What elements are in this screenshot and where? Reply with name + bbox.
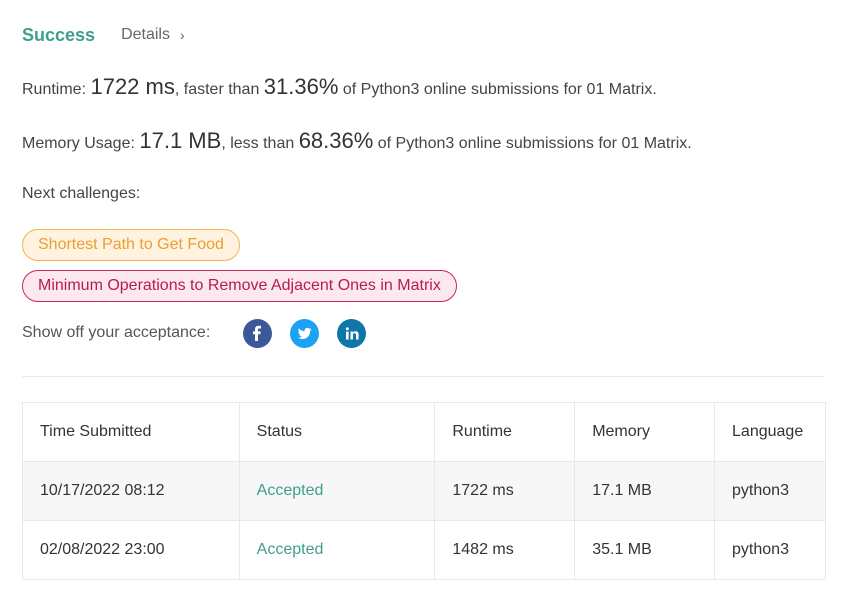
cell-language: python3 — [714, 520, 826, 580]
submissions-table: Time Submitted Status Runtime Memory Lan… — [22, 402, 826, 580]
runtime-value: 1722 ms — [90, 74, 175, 99]
next-challenges-label: Next challenges: — [22, 185, 141, 202]
status-accepted-link[interactable]: Accepted — [238, 461, 436, 521]
status-accepted-link[interactable]: Accepted — [238, 520, 436, 580]
memory-label: Memory Usage: — [22, 135, 140, 152]
runtime-percent: 31.36% — [263, 74, 339, 99]
cell-runtime: 1482 ms — [434, 520, 576, 580]
divider — [22, 376, 825, 377]
column-header-runtime[interactable]: Runtime — [434, 402, 576, 462]
memory-percent: 68.36% — [298, 128, 374, 153]
share-label: Show off your acceptance: — [22, 324, 211, 341]
column-header-time[interactable]: Time Submitted — [22, 402, 240, 462]
twitter-icon[interactable] — [290, 318, 320, 348]
memory-value: 17.1 MB — [139, 128, 222, 153]
runtime-suffix: of Python3 online submissions for 01 Mat… — [338, 81, 657, 98]
memory-suffix: of Python3 online submissions for 01 Mat… — [373, 135, 692, 152]
cell-time: 10/17/2022 08:12 — [22, 461, 240, 521]
linkedin-icon[interactable] — [337, 318, 367, 348]
table-header-row: Time Submitted Status Runtime Memory Lan… — [22, 402, 826, 462]
challenge-title: Shortest Path to Get Food — [38, 236, 224, 253]
cell-memory: 17.1 MB — [574, 461, 716, 521]
table-row: 10/17/2022 08:12 Accepted 1722 ms 17.1 M… — [22, 461, 826, 521]
table-row: 02/08/2022 23:00 Accepted 1482 ms 35.1 M… — [22, 520, 826, 580]
runtime-middle: , faster than — [174, 81, 264, 98]
challenge-tag-hard[interactable]: Minimum Operations to Remove Adjacent On… — [22, 270, 457, 302]
status-success: Success — [22, 24, 96, 45]
result-header: Success Details › — [22, 22, 185, 48]
cell-time: 02/08/2022 23:00 — [22, 520, 240, 580]
column-header-memory[interactable]: Memory — [574, 402, 716, 462]
column-header-language[interactable]: Language — [714, 402, 826, 462]
chevron-right-icon: › — [179, 27, 185, 43]
facebook-icon[interactable] — [243, 318, 273, 348]
details-label: Details — [121, 26, 170, 43]
share-row: Show off your acceptance: — [22, 318, 384, 348]
cell-runtime: 1722 ms — [434, 461, 576, 521]
challenge-title: Minimum Operations to Remove Adjacent On… — [38, 277, 441, 294]
column-header-status[interactable]: Status — [238, 402, 436, 462]
memory-stat: Memory Usage: 17.1 MB, less than 68.36% … — [22, 128, 692, 154]
cell-memory: 35.1 MB — [574, 520, 716, 580]
details-link[interactable]: Details › — [121, 26, 185, 44]
cell-language: python3 — [714, 461, 826, 521]
runtime-stat: Runtime: 1722 ms, faster than 31.36% of … — [22, 74, 657, 100]
runtime-label: Runtime: — [22, 81, 91, 98]
memory-middle: , less than — [221, 135, 299, 152]
challenge-tag-medium[interactable]: Shortest Path to Get Food — [22, 229, 240, 261]
